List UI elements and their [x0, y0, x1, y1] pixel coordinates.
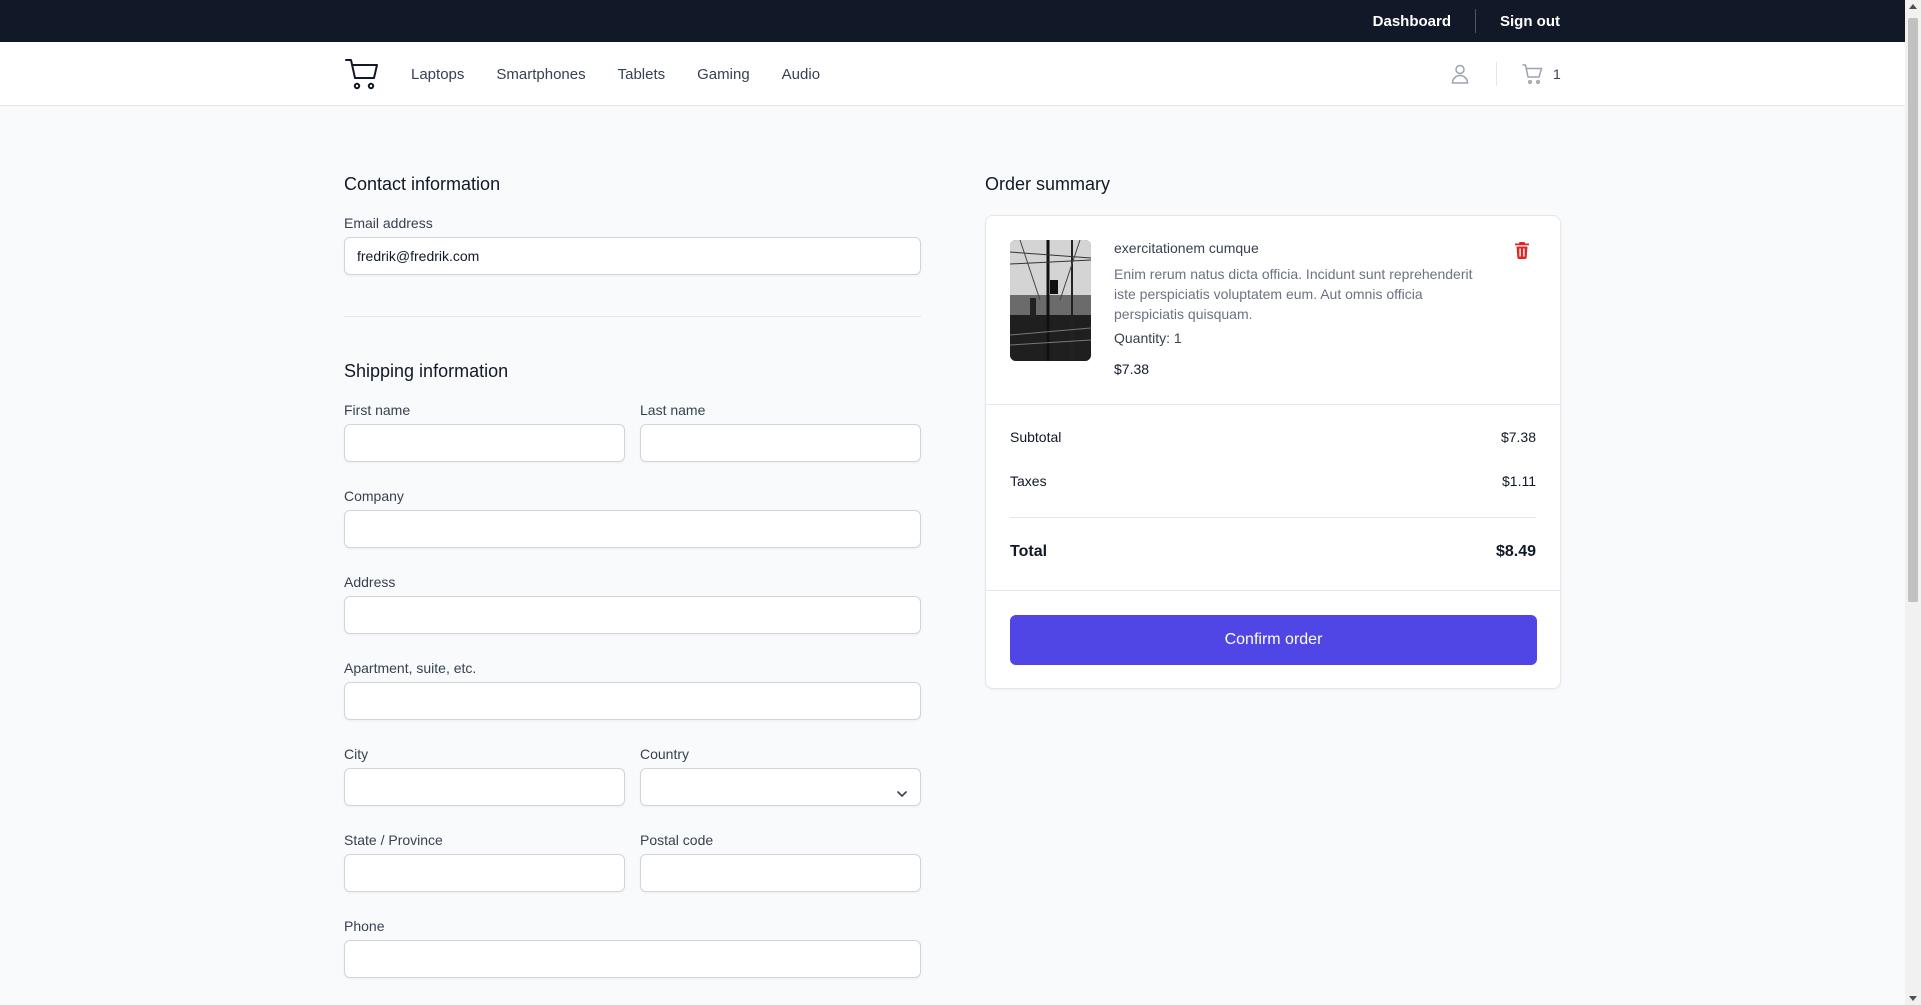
- apartment-group: Apartment, suite, etc.: [344, 660, 921, 720]
- scroll-down-icon[interactable]: [1909, 996, 1917, 1001]
- first-name-field[interactable]: [344, 424, 625, 462]
- state-field[interactable]: [344, 854, 625, 892]
- nav-actions: 1: [1448, 42, 1561, 106]
- apartment-field[interactable]: [344, 682, 921, 720]
- postal-label: Postal code: [640, 832, 714, 848]
- product-image: [1010, 240, 1091, 361]
- company-field[interactable]: [344, 510, 921, 548]
- category-nav: Laptops Smartphones Tablets Gaming Audio: [411, 42, 820, 106]
- country-label: Country: [640, 746, 690, 762]
- contact-heading: Contact information: [344, 174, 501, 194]
- country-select-wrapper: [640, 768, 921, 806]
- subtotal-label: Subtotal: [1010, 429, 1062, 445]
- city-group: City: [344, 746, 625, 806]
- main-navbar: Laptops Smartphones Tablets Gaming Audio…: [0, 42, 1905, 106]
- nav-link-laptops[interactable]: Laptops: [411, 66, 464, 83]
- company-label: Company: [344, 488, 404, 504]
- phone-group: Phone: [344, 918, 921, 978]
- city-field[interactable]: [344, 768, 625, 806]
- nav-link-audio[interactable]: Audio: [782, 66, 820, 83]
- section-divider: [344, 316, 921, 317]
- first-name-group: First name: [344, 402, 625, 462]
- product-title[interactable]: exercitationem cumque: [1114, 240, 1259, 256]
- taxes-row: Taxes $1.11: [1010, 473, 1536, 489]
- top-bar-links: Dashboard Sign out: [1373, 0, 1560, 42]
- scroll-up-icon[interactable]: [1909, 4, 1917, 9]
- address-group: Address: [344, 574, 921, 634]
- last-name-group: Last name: [640, 402, 921, 462]
- top-bar-divider: [1475, 9, 1476, 33]
- user-icon[interactable]: [1448, 62, 1472, 86]
- top-bar: Dashboard Sign out: [0, 0, 1905, 42]
- last-name-label: Last name: [640, 402, 706, 418]
- state-group: State / Province: [344, 832, 625, 892]
- taxes-label: Taxes: [1010, 473, 1047, 489]
- email-field-group: Email address: [344, 215, 921, 275]
- nav-link-tablets[interactable]: Tablets: [618, 66, 666, 83]
- total-value: $8.49: [1495, 543, 1536, 560]
- city-label: City: [344, 746, 369, 762]
- product-price: $7.38: [1114, 361, 1150, 377]
- phone-label: Phone: [344, 918, 385, 934]
- postal-code-field[interactable]: [640, 854, 921, 892]
- first-name-label: First name: [344, 402, 411, 418]
- cart-count[interactable]: 1: [1553, 66, 1561, 82]
- shipping-heading: Shipping information: [344, 361, 509, 381]
- taxes-value: $1.11: [1502, 473, 1536, 489]
- postal-group: Postal code: [640, 832, 921, 892]
- last-name-field[interactable]: [640, 424, 921, 462]
- nav-divider: [1496, 62, 1497, 86]
- product-quantity: Quantity: 1: [1114, 330, 1182, 346]
- apartment-label: Apartment, suite, etc.: [344, 660, 477, 676]
- card-divider-bottom: [986, 590, 1560, 591]
- total-row: Total $8.49: [1010, 543, 1536, 561]
- phone-field[interactable]: [344, 940, 921, 978]
- scrollbar-thumb[interactable]: [1908, 18, 1918, 602]
- total-divider: [1010, 517, 1536, 518]
- confirm-order-button[interactable]: Confirm order: [1010, 615, 1537, 665]
- email-label: Email address: [344, 215, 433, 231]
- product-description: Enim rerum natus dicta officia. Incidunt…: [1114, 266, 1473, 322]
- country-group: Country: [640, 746, 921, 806]
- dashboard-link[interactable]: Dashboard: [1373, 13, 1451, 30]
- order-summary-heading: Order summary: [985, 174, 1111, 194]
- page-scrollbar[interactable]: [1905, 0, 1921, 1005]
- subtotal-row: Subtotal $7.38: [1010, 429, 1536, 445]
- nav-link-smartphones[interactable]: Smartphones: [496, 66, 585, 83]
- company-group: Company: [344, 488, 921, 548]
- shopping-cart-icon[interactable]: [344, 56, 380, 92]
- address-label: Address: [344, 574, 396, 590]
- product-photo-graphic: [1010, 240, 1091, 361]
- chevron-down-icon: [897, 791, 907, 797]
- email-field[interactable]: [344, 237, 921, 275]
- order-summary-card: exercitationem cumque Enim rerum natus d…: [985, 215, 1561, 689]
- total-label: Total: [1010, 543, 1048, 560]
- country-select[interactable]: [640, 768, 921, 806]
- sign-out-link[interactable]: Sign out: [1500, 13, 1560, 30]
- trash-icon[interactable]: [1512, 240, 1532, 260]
- subtotal-value: $7.38: [1500, 429, 1536, 445]
- state-label: State / Province: [344, 832, 443, 848]
- cart-icon[interactable]: [1521, 62, 1545, 86]
- card-divider-top: [986, 404, 1560, 405]
- address-field[interactable]: [344, 596, 921, 634]
- nav-link-gaming[interactable]: Gaming: [697, 66, 750, 83]
